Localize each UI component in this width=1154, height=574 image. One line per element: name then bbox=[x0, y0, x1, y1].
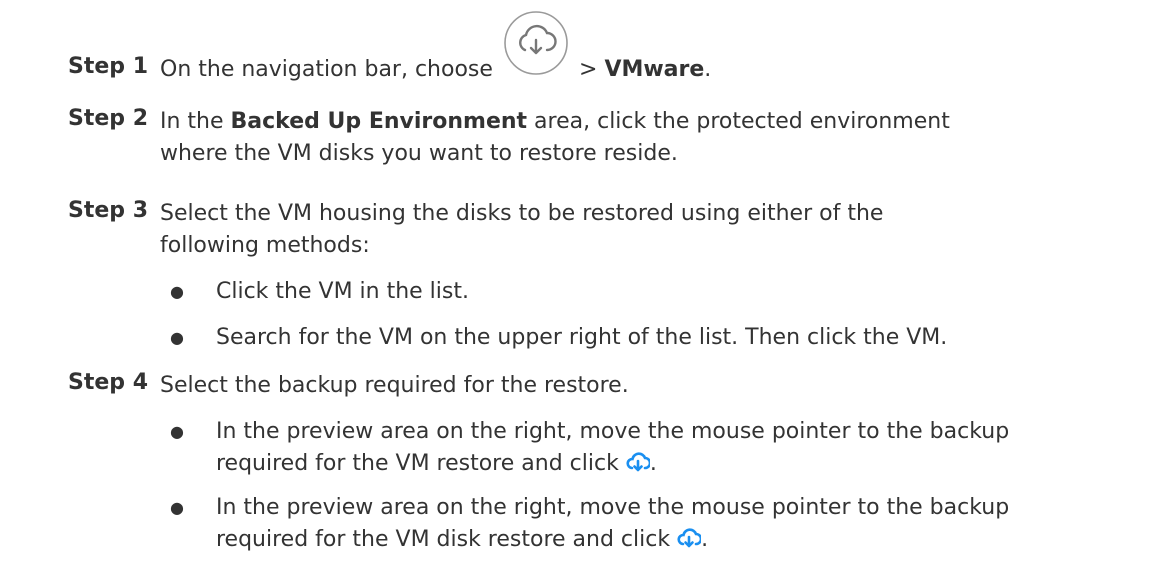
step-2-pre: In the bbox=[160, 109, 231, 134]
step-4-label: Step 4 bbox=[68, 370, 148, 395]
bullet-text-post: . bbox=[649, 451, 657, 476]
step-2: Step 2 In the Backed Up Environment area… bbox=[0, 106, 1154, 176]
bullet-dot: ● bbox=[170, 498, 184, 517]
step-2-bold: Backed Up Environment bbox=[230, 109, 528, 134]
step-2-label: Step 2 bbox=[68, 106, 148, 131]
step-3-label: Step 3 bbox=[68, 198, 148, 223]
bullet-dot: ● bbox=[170, 328, 184, 347]
step-1-tail: > VMware. bbox=[579, 54, 979, 86]
step-4-text: Select the backup required for the resto… bbox=[160, 373, 629, 398]
step-1-bold: VMware bbox=[604, 57, 705, 82]
step-1-label: Step 1 bbox=[68, 54, 148, 79]
bullet-text: In the preview area on the right, move t… bbox=[216, 416, 1016, 484]
step-3-text: Select the VM housing the disks to be re… bbox=[160, 201, 884, 258]
cloud-restore-icon bbox=[503, 10, 569, 82]
step-1-sep: > bbox=[579, 57, 605, 82]
step-2-text: In the Backed Up Environment area, click… bbox=[160, 106, 1000, 170]
step-4: Step 4 Select the backup required for th… bbox=[0, 370, 1154, 570]
step-1-pre: On the navigation bar, choose bbox=[160, 57, 493, 82]
bullet-dot: ● bbox=[170, 422, 184, 441]
bullet-text: Click the VM in the list. bbox=[216, 279, 469, 304]
bullet-text-body: In the preview area on the right, move t… bbox=[216, 495, 1010, 552]
bullet-text-post: . bbox=[701, 527, 709, 552]
step-1-post: . bbox=[704, 57, 712, 82]
bullet-dot: ● bbox=[170, 282, 184, 301]
step-1: Step 1 On the navigation bar, choose > V… bbox=[0, 11, 1154, 90]
step-3: Step 3 Select the VM housing the disks t… bbox=[0, 198, 1154, 358]
cloud-restore-icon[interactable] bbox=[626, 452, 652, 484]
bullet-text-body: In the preview area on the right, move t… bbox=[216, 419, 1010, 476]
bullet-text: Search for the VM on the upper right of … bbox=[216, 325, 948, 350]
bullet-text: In the preview area on the right, move t… bbox=[216, 492, 1016, 560]
cloud-restore-icon[interactable] bbox=[677, 528, 703, 560]
